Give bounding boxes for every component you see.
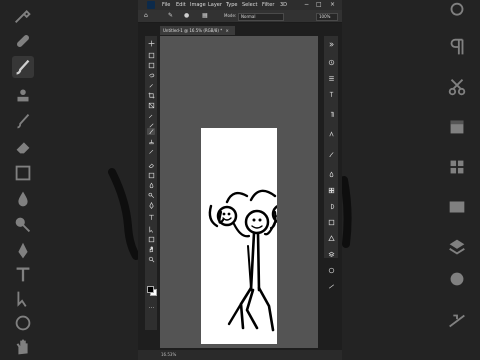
brushes-icon[interactable] — [327, 150, 335, 158]
quick-select-icon[interactable] — [147, 82, 155, 89]
document-tab-label: Untitled-1 @ 16.5% (RGB/8) * — [163, 28, 223, 33]
brush-size-dot-icon[interactable]: ● — [184, 10, 189, 22]
background-right-strip — [342, 0, 480, 360]
paragraph-large-icon — [446, 36, 468, 58]
foreground-color-swatch[interactable] — [147, 286, 154, 293]
color-icon[interactable] — [327, 170, 335, 178]
canvas-workspace — [160, 36, 318, 348]
status-bar: 16.53% — [138, 350, 342, 360]
marquee-icon[interactable] — [147, 62, 155, 69]
zoom-icon[interactable] — [147, 256, 155, 263]
document-tab[interactable]: Untitled-1 @ 16.5% (RGB/8) * × — [160, 26, 235, 35]
minimize-button[interactable]: − — [304, 0, 309, 10]
move-icon[interactable] — [147, 40, 155, 47]
menu-layer[interactable]: Layer — [208, 0, 222, 10]
artboard-icon[interactable] — [147, 52, 155, 59]
stick-figure-drawing — [208, 189, 277, 332]
options-bar: ⌂ ✎ ● ▦ Mode: Normal 100% — [138, 10, 342, 23]
path-select-icon[interactable] — [147, 226, 155, 233]
frame-large-icon — [446, 116, 468, 138]
swatches-large-icon — [446, 156, 468, 178]
pen-icon[interactable] — [147, 202, 155, 209]
type-icon[interactable] — [147, 214, 155, 221]
document-tab-close-icon[interactable]: × — [226, 28, 229, 33]
paragraph-icon[interactable] — [327, 110, 335, 118]
home-icon[interactable]: ⌂ — [144, 10, 148, 22]
maximize-button[interactable]: □ — [316, 0, 322, 10]
mode-select[interactable]: Normal — [238, 13, 284, 21]
scissors-large-icon — [446, 76, 468, 98]
menu-select[interactable]: Select — [242, 0, 257, 10]
layers-icon[interactable] — [327, 250, 335, 258]
type-tool-large-icon — [446, 0, 468, 22]
gradient-icon[interactable] — [147, 172, 155, 179]
glyphs-icon[interactable] — [327, 130, 335, 138]
blur-icon[interactable] — [147, 182, 155, 189]
shapes-icon[interactable] — [327, 234, 335, 242]
hand-icon[interactable] — [147, 246, 155, 253]
collapse-icon[interactable] — [327, 40, 335, 48]
brush-icon[interactable] — [147, 128, 155, 135]
character-icon[interactable] — [327, 90, 335, 98]
opacity-field[interactable]: 100% — [316, 13, 338, 21]
menu-file[interactable]: File — [162, 0, 170, 10]
brush-settings-icon[interactable]: ▦ — [202, 10, 208, 22]
menu-filter[interactable]: Filter — [262, 0, 274, 10]
menu-image[interactable]: Image — [190, 0, 206, 10]
background-left-strip — [0, 0, 138, 360]
libraries-icon[interactable] — [327, 218, 335, 226]
adjustments-icon[interactable] — [327, 202, 335, 210]
menu-edit[interactable]: Edit — [176, 0, 186, 10]
crop-icon[interactable] — [147, 92, 155, 99]
brush-preset-icon[interactable]: ✎ — [168, 10, 173, 22]
paths-large-icon — [446, 310, 468, 332]
paths-icon[interactable] — [327, 282, 335, 290]
background-stickman-blur — [108, 168, 138, 260]
layers-large-icon — [446, 236, 468, 258]
shape-icon[interactable] — [147, 236, 155, 243]
frame-icon[interactable] — [147, 102, 155, 109]
eyedropper-icon[interactable] — [147, 112, 155, 119]
channels-large-icon — [446, 268, 468, 290]
edit-toolbar-icon[interactable] — [147, 304, 155, 311]
adjustments-large-icon — [446, 196, 468, 218]
dodge-icon[interactable] — [147, 192, 155, 199]
photoshop-logo-icon — [147, 1, 155, 9]
eraser-icon[interactable] — [147, 162, 155, 169]
panel-dock — [324, 36, 338, 289]
tools-panel — [145, 36, 157, 330]
document-canvas[interactable] — [201, 128, 277, 344]
menu-3d[interactable]: 3D — [280, 0, 287, 10]
photoshop-window: File Edit Image Layer Type Select Filter… — [138, 0, 342, 360]
history-icon[interactable] — [327, 58, 335, 66]
properties-icon[interactable] — [327, 74, 335, 82]
channels-icon[interactable] — [327, 266, 335, 274]
menu-type[interactable]: Type — [226, 0, 237, 10]
zoom-readout[interactable]: 16.53% — [161, 350, 176, 360]
swatches-icon[interactable] — [327, 186, 335, 194]
history-brush-icon[interactable] — [147, 148, 155, 155]
menu-bar: File Edit Image Layer Type Select Filter… — [138, 0, 342, 10]
mode-label: Mode: — [224, 13, 237, 18]
close-window-button[interactable]: × — [330, 0, 335, 10]
lasso-icon[interactable] — [147, 72, 155, 79]
stamp-icon[interactable] — [147, 138, 155, 145]
